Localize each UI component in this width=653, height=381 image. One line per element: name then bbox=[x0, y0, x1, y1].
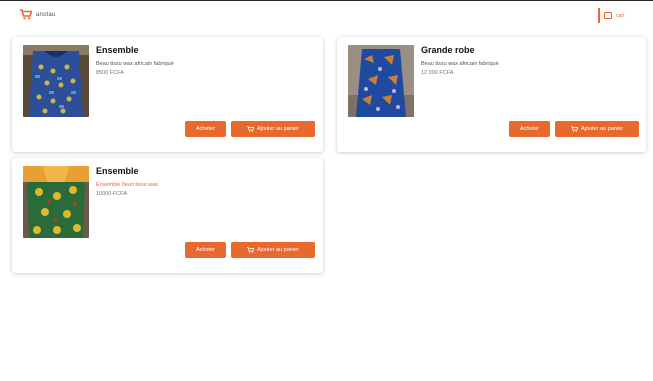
product-image[interactable] bbox=[23, 166, 89, 238]
cart-box-icon bbox=[604, 12, 612, 19]
cart-icon bbox=[247, 247, 255, 253]
product-image[interactable] bbox=[23, 45, 89, 117]
buy-button[interactable]: Acheter bbox=[509, 121, 550, 137]
logo[interactable]: anotau bbox=[20, 9, 56, 20]
logo-cart-icon bbox=[20, 9, 32, 20]
product-price: 10000 FCFA bbox=[96, 191, 127, 197]
buy-button[interactable]: Acheter bbox=[185, 242, 226, 258]
header: anotau cart bbox=[0, 1, 653, 29]
product-description: Beau tissu wax africain fabriqué bbox=[96, 61, 174, 67]
product-description: Ensemble fleuri tissu wax bbox=[96, 182, 159, 188]
add-to-cart-label: Ajouter au panier bbox=[257, 247, 299, 253]
product-price: 8500 FCFA bbox=[96, 70, 124, 76]
cart-icon bbox=[571, 126, 579, 132]
product-title[interactable]: Ensemble bbox=[96, 45, 139, 55]
add-to-cart-label: Ajouter au panier bbox=[257, 126, 299, 132]
product-title[interactable]: Ensemble bbox=[96, 166, 139, 176]
add-to-cart-button[interactable]: Ajouter au panier bbox=[231, 121, 315, 137]
buy-button-label: Acheter bbox=[520, 126, 539, 132]
header-divider bbox=[598, 8, 600, 23]
buy-button[interactable]: Acheter bbox=[185, 121, 226, 137]
add-to-cart-label: Ajouter au panier bbox=[581, 126, 623, 132]
product-card: Ensemble Ensemble fleuri tissu wax 10000… bbox=[12, 158, 323, 273]
cart-icon bbox=[247, 126, 255, 132]
product-card: Ensemble Beau tissu wax africain fabriqu… bbox=[12, 37, 323, 152]
logo-text: anotau bbox=[36, 11, 56, 18]
buy-button-label: Acheter bbox=[196, 247, 215, 253]
product-price: 12 000 FCFA bbox=[421, 70, 454, 76]
cart-link-label: cart bbox=[616, 12, 625, 19]
add-to-cart-button[interactable]: Ajouter au panier bbox=[555, 121, 639, 137]
product-title[interactable]: Grande robe bbox=[421, 45, 475, 55]
product-card: Grande robe Beau tissu wax africain fabr… bbox=[337, 37, 646, 152]
product-image[interactable] bbox=[348, 45, 414, 117]
add-to-cart-button[interactable]: Ajouter au panier bbox=[231, 242, 315, 258]
buy-button-label: Acheter bbox=[196, 126, 215, 132]
cart-link[interactable]: cart bbox=[598, 8, 624, 23]
product-description: Beau tissu wax africain fabriqué bbox=[421, 61, 499, 67]
